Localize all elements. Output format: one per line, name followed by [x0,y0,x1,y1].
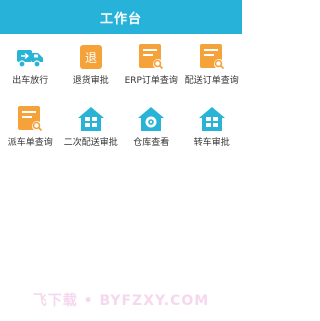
tile-label: 二次配送审批 [63,138,118,148]
tile-erp-order-query[interactable]: ERP订单查询 [121,40,182,102]
warehouse-grid-icon [77,105,105,133]
tile-label: 转车审批 [193,138,230,148]
warehouse-grid-icon [198,105,226,133]
tile-label: 仓库查看 [133,138,170,148]
tile-transfer-approval[interactable]: 转车审批 [182,102,243,164]
workbench-grid: 出车放行 退 退货审批 ERP订单查询 配送订单查询 派车单查询 二次配送审批 … [0,40,242,164]
tile-return-approval[interactable]: 退 退货审批 [61,40,122,102]
tile-label: ERP订单查询 [124,76,178,86]
return-doc-icon: 退 [77,43,105,71]
tile-vehicle-release[interactable]: 出车放行 [0,40,61,102]
warehouse-view-icon [137,105,165,133]
tile-label: 退货审批 [72,76,109,86]
tile-delivery-order-query[interactable]: 配送订单查询 [182,40,243,102]
watermark: 飞下载 • BYFZXY.COM [32,293,210,309]
tile-label: 派车单查询 [7,138,53,148]
tile-label: 出车放行 [12,76,49,86]
tile-secondary-delivery-approval[interactable]: 二次配送审批 [61,102,122,164]
doc-search-icon [16,105,44,133]
truck-icon [16,43,44,71]
tile-dispatch-query[interactable]: 派车单查询 [0,102,61,164]
tile-warehouse-view[interactable]: 仓库查看 [121,102,182,164]
doc-search-icon [198,43,226,71]
app-header: 工作台 [0,0,242,34]
tile-label: 配送订单查询 [184,76,239,86]
svg-text:退: 退 [85,51,97,65]
page-title: 工作台 [99,11,142,27]
doc-search-icon [137,43,165,71]
